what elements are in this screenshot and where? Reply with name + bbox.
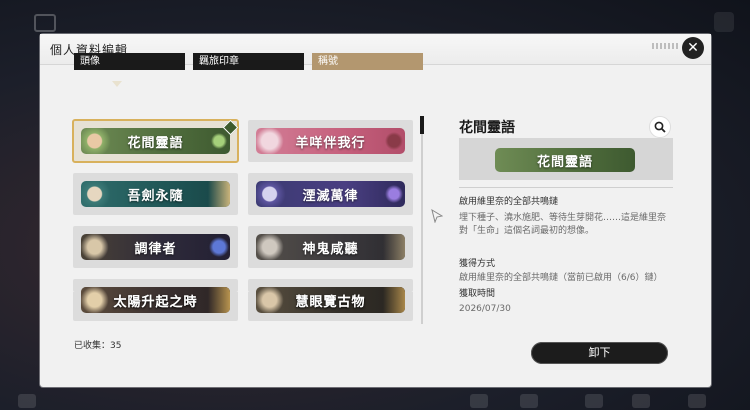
character-portrait bbox=[256, 287, 290, 313]
title-card[interactable]: 調律者 bbox=[73, 226, 238, 268]
character-portrait bbox=[256, 234, 290, 260]
title-label: 調律者 bbox=[134, 241, 177, 257]
detail-title: 花間靈語 bbox=[459, 120, 515, 136]
background-icon bbox=[34, 14, 56, 32]
tab-avatar[interactable]: 頭像 bbox=[74, 53, 185, 70]
sword-decoration bbox=[208, 181, 230, 207]
close-button[interactable]: ✕ bbox=[682, 37, 704, 59]
character-portrait bbox=[81, 287, 115, 313]
acquire-text: 啟用維里奈的全部共鳴鏈（當前已啟用（6/6）鏈） bbox=[459, 273, 663, 283]
search-icon bbox=[654, 121, 666, 133]
title-label: 湮滅萬律 bbox=[302, 188, 359, 204]
title-banner: 湮滅萬律 bbox=[256, 181, 405, 207]
unequip-button[interactable]: 卸下 bbox=[531, 342, 668, 364]
title-banner: 吾劍永隨 bbox=[81, 181, 230, 207]
detail-description-line: 對「生命」這個名詞最初的想像。 bbox=[459, 226, 595, 236]
title-card[interactable]: 花間靈語 bbox=[72, 119, 239, 163]
title-card[interactable]: 神鬼咸聽 bbox=[248, 226, 413, 268]
unequip-label: 卸下 bbox=[588, 346, 611, 359]
title-banner: 花間靈語 bbox=[81, 128, 230, 154]
detail-description-line: 埋下種子、澆水施肥、等待生芽開花……這是維里奈 bbox=[459, 213, 667, 223]
mouse-cursor-icon bbox=[431, 209, 443, 223]
search-button[interactable] bbox=[649, 116, 671, 138]
list-scrollbar-thumb[interactable] bbox=[420, 116, 424, 134]
detail-banner-label: 花間靈語 bbox=[536, 154, 593, 170]
detail-divider bbox=[459, 187, 673, 188]
character-portrait bbox=[81, 234, 115, 260]
title-card[interactable]: 羊咩伴我行 bbox=[248, 120, 413, 162]
tab-label: 羈旅印章 bbox=[199, 56, 239, 67]
book-decoration bbox=[383, 128, 405, 154]
background-menu-icon bbox=[714, 12, 734, 32]
detail-source-title: 啟用維里奈的全部共鳴鏈 bbox=[459, 197, 559, 207]
sun-decoration bbox=[208, 287, 230, 313]
title-card[interactable]: 湮滅萬律 bbox=[248, 173, 413, 215]
time-heading: 獲取時間 bbox=[459, 289, 496, 299]
tab-title[interactable]: 稱號 bbox=[312, 53, 423, 70]
title-card[interactable]: 吾劍永隨 bbox=[73, 173, 238, 215]
collected-label: 已收集： bbox=[74, 341, 111, 351]
character-portrait bbox=[256, 181, 290, 207]
background-bottom-bar bbox=[0, 390, 750, 410]
collected-value: 35 bbox=[110, 341, 122, 351]
acquire-heading: 獲得方式 bbox=[459, 259, 496, 269]
title-banner: 神鬼咸聽 bbox=[256, 234, 405, 260]
tab-label: 頭像 bbox=[80, 56, 100, 67]
title-label: 慧眼覽古物 bbox=[295, 294, 366, 310]
ornament-decoration bbox=[383, 234, 405, 260]
title-grid: 花間靈語 羊咩伴我行 吾劍永隨 湮滅萬律 調律者 神鬼咸聽 太陽升起之時 慧眼覽… bbox=[33, 84, 413, 313]
collected-count: 已收集：35 bbox=[74, 338, 121, 351]
title-label: 羊咩伴我行 bbox=[295, 135, 366, 151]
character-portrait bbox=[81, 181, 115, 207]
star-decoration bbox=[208, 234, 230, 260]
title-label: 吾劍永隨 bbox=[127, 188, 184, 204]
time-value: 2026/07/30 bbox=[459, 304, 511, 314]
character-portrait bbox=[81, 128, 115, 154]
tab-label: 稱號 bbox=[318, 56, 338, 67]
detail-banner: 花間靈語 bbox=[495, 148, 635, 172]
list-scrollbar-track[interactable] bbox=[421, 116, 423, 324]
title-banner: 羊咩伴我行 bbox=[256, 128, 405, 154]
sheep-decoration bbox=[256, 128, 290, 154]
title-label: 神鬼咸聽 bbox=[302, 241, 359, 257]
close-icon: ✕ bbox=[687, 40, 699, 56]
title-label: 太陽升起之時 bbox=[113, 294, 198, 310]
ornament-decoration bbox=[383, 287, 405, 313]
title-banner: 調律者 bbox=[81, 234, 230, 260]
header-decoration bbox=[652, 43, 680, 49]
star-decoration bbox=[383, 181, 405, 207]
tab-stamp[interactable]: 羈旅印章 bbox=[193, 53, 304, 70]
title-label: 花間靈語 bbox=[127, 135, 184, 151]
